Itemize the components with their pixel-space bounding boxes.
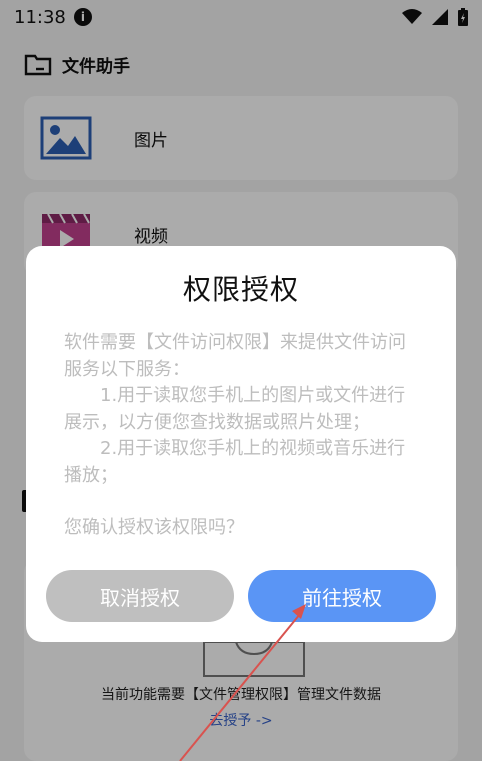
cancel-authorization-button[interactable]: 取消授权: [46, 570, 234, 622]
dialog-title: 权限授权: [182, 273, 299, 306]
dialog-item-2: 2.用于读取您手机上的视频或音乐进行播放；: [64, 438, 406, 486]
go-authorize-button[interactable]: 前往授权: [248, 570, 436, 622]
dialog-intro: 软件需要【文件访问权限】来提供文件访问服务以下服务：: [64, 332, 406, 380]
dialog-body: 软件需要【文件访问权限】来提供文件访问服务以下服务： 1.用于读取您手机上的图片…: [46, 330, 436, 542]
dialog-item-1: 1.用于读取您手机上的图片或文件进行展示，以方便您查找数据或照片处理；: [64, 385, 406, 433]
permission-dialog: 权限授权 软件需要【文件访问权限】来提供文件访问服务以下服务： 1.用于读取您手…: [26, 246, 456, 642]
dialog-buttons: 取消授权 前往授权: [46, 570, 436, 622]
dialog-confirm-question: 您确认授权该权限吗？: [64, 517, 244, 538]
